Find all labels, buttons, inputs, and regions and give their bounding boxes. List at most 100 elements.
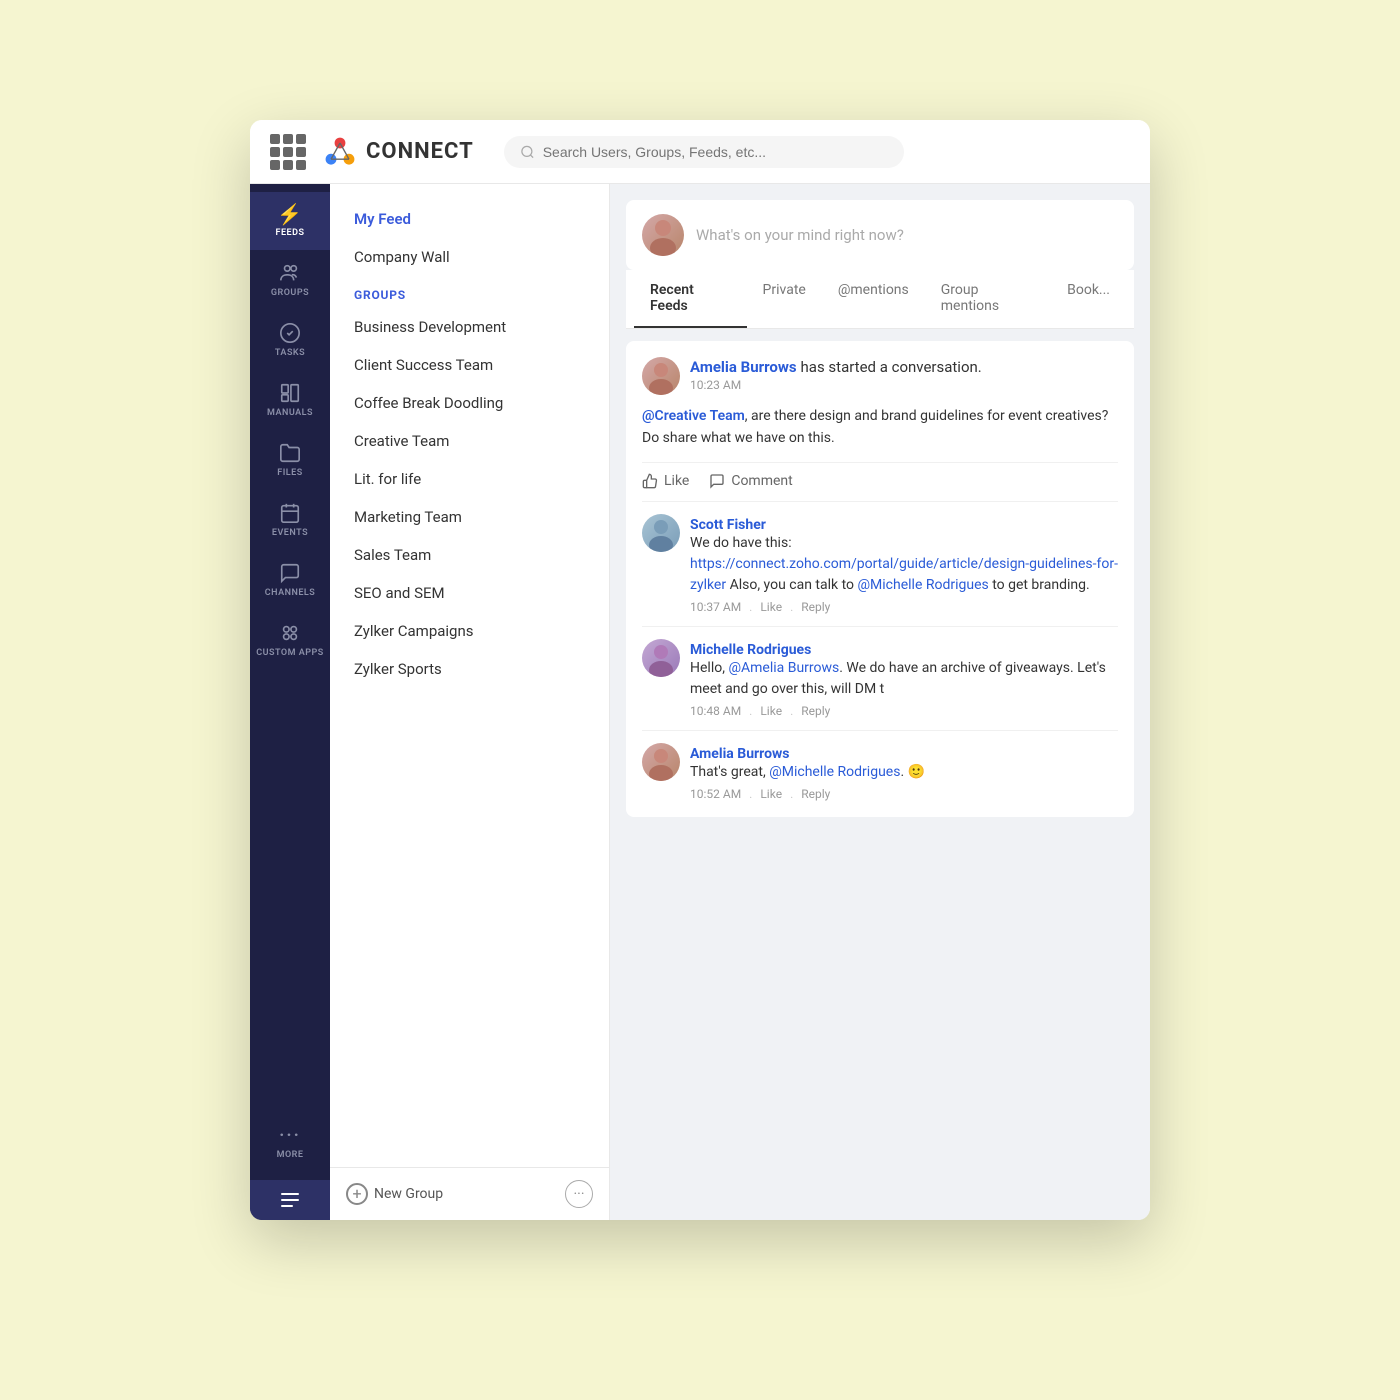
comment-like-btn-3[interactable]: Like: [760, 787, 782, 801]
search-bar[interactable]: [504, 136, 904, 168]
comment-like-button[interactable]: Like: [760, 600, 782, 614]
compose-placeholder[interactable]: What's on your mind right now?: [696, 226, 904, 244]
comment-time-2: 10:48 AM: [690, 704, 741, 718]
comment-button[interactable]: Comment: [709, 473, 792, 489]
sidebar-item-manuals[interactable]: MANUALS: [250, 370, 330, 430]
group-item-seo-sem[interactable]: SEO and SEM: [330, 574, 609, 612]
sidebar-item-custom-apps[interactable]: CUSTOM APPS: [250, 610, 330, 671]
files-icon: [279, 442, 301, 464]
comment-emoji: . 🙂: [900, 764, 925, 780]
tab-private[interactable]: Private: [747, 270, 822, 328]
group-item-coffee-break[interactable]: Coffee Break Doodling: [330, 384, 609, 422]
feeds-content: My Feed Company Wall GROUPS Business Dev…: [330, 184, 609, 1167]
avatar-icon: [642, 639, 680, 677]
comment-body-3: Amelia Burrows That's great, @Michelle R…: [690, 743, 1118, 801]
comment-meta: 10:37 AM . Like . Reply: [690, 600, 1118, 614]
new-group-button[interactable]: + New Group: [346, 1183, 443, 1205]
like-button[interactable]: Like: [642, 473, 689, 489]
comment-text-hello: Hello,: [690, 660, 728, 676]
avatar-icon: [642, 743, 680, 781]
post-actions: Like Comment: [642, 462, 1118, 489]
dot-separator: .: [749, 704, 752, 718]
sidebar-item-more[interactable]: ··· MORE: [250, 1113, 330, 1172]
hamburger-icon: [281, 1193, 299, 1207]
comment-row-3: Amelia Burrows That's great, @Michelle R…: [642, 730, 1118, 801]
like-label: Like: [664, 473, 689, 489]
group-item-zylker-campaigns[interactable]: Zylker Campaigns: [330, 612, 609, 650]
comment-reply-btn-2[interactable]: Reply: [801, 704, 830, 718]
main-area: ⚡ FEEDS GROUPS TASKS: [250, 184, 1150, 1220]
groups-icon: [279, 262, 301, 284]
sidebar-item-files[interactable]: FILES: [250, 430, 330, 490]
my-feed-item[interactable]: My Feed: [330, 200, 609, 238]
comment-text-part1: We do have this:: [690, 535, 792, 551]
comment-time-3: 10:52 AM: [690, 787, 741, 801]
mention-creative-team: @Creative Team: [642, 408, 745, 424]
search-input[interactable]: [543, 144, 888, 160]
comment-row-2: Michelle Rodrigues Hello, @Amelia Burrow…: [642, 626, 1118, 718]
company-wall-item[interactable]: Company Wall: [330, 238, 609, 276]
plus-icon: +: [346, 1183, 368, 1205]
current-user-avatar: [642, 214, 684, 256]
nav-bottom: ··· MORE: [250, 1113, 330, 1220]
feed-posts: Amelia Burrows has started a conversatio…: [610, 329, 1150, 1220]
tasks-icon: [279, 322, 301, 344]
sidebar-item-channels[interactable]: CHANNELS: [250, 550, 330, 610]
group-item-marketing[interactable]: Marketing Team: [330, 498, 609, 536]
post-card: Amelia Burrows has started a conversatio…: [626, 341, 1134, 817]
comment-text-part2: Also, you can talk to: [726, 577, 857, 593]
dot-separator: .: [790, 704, 793, 718]
comment-text-3: That's great, @Michelle Rodrigues. 🙂: [690, 762, 1118, 783]
group-item-zylker-sports[interactable]: Zylker Sports: [330, 650, 609, 688]
post-author-line: Amelia Burrows has started a conversatio…: [690, 357, 1118, 376]
post-meta: Amelia Burrows has started a conversatio…: [690, 357, 1118, 392]
group-item-lit-life[interactable]: Lit. for life: [330, 460, 609, 498]
top-bar: CONNECT: [250, 120, 1150, 184]
comment-meta-2: 10:48 AM . Like . Reply: [690, 704, 1118, 718]
mention-michelle: @Michelle Rodrigues: [857, 577, 988, 593]
sidebar-item-feeds[interactable]: ⚡ FEEDS: [250, 192, 330, 250]
comment-author: Scott Fisher: [690, 517, 766, 533]
search-icon: [520, 144, 535, 160]
hamburger-button[interactable]: [250, 1180, 330, 1220]
comment-reply-button[interactable]: Reply: [801, 600, 830, 614]
sidebar-item-events[interactable]: EVENTS: [250, 490, 330, 550]
app-window: CONNECT ⚡ FEEDS GROUPS: [250, 120, 1150, 1220]
post-header: Amelia Burrows has started a conversatio…: [642, 357, 1118, 395]
comment-like-btn-2[interactable]: Like: [760, 704, 782, 718]
feeds-icon: ⚡: [277, 204, 302, 224]
comment-text-great: That's great,: [690, 764, 769, 780]
comment-text: We do have this: https://connect.zoho.co…: [690, 533, 1118, 596]
comment-row: Scott Fisher We do have this: https://co…: [642, 501, 1118, 614]
post-time: 10:23 AM: [690, 378, 1118, 392]
like-icon: [642, 473, 658, 489]
group-item-sales[interactable]: Sales Team: [330, 536, 609, 574]
post-action-text: has started a conversation.: [801, 358, 982, 376]
dot-separator: .: [790, 600, 793, 614]
tab-recent-feeds[interactable]: Recent Feeds: [634, 270, 747, 328]
group-item-client-success[interactable]: Client Success Team: [330, 346, 609, 384]
logo-area: CONNECT: [322, 134, 474, 170]
comment-text-part3: to get branding.: [989, 577, 1090, 593]
tab-group-mentions[interactable]: Group mentions: [925, 270, 1051, 328]
sidebar-item-tasks[interactable]: TASKS: [250, 310, 330, 370]
tab-mentions[interactable]: @mentions: [822, 270, 925, 328]
comment-body-2: Michelle Rodrigues Hello, @Amelia Burrow…: [690, 639, 1118, 718]
post-body: @Creative Team, are there design and bra…: [642, 405, 1118, 450]
group-item-business-dev[interactable]: Business Development: [330, 308, 609, 346]
dot-separator: .: [790, 787, 793, 801]
commenter-avatar: [642, 514, 680, 552]
more-options-button[interactable]: ···: [565, 1180, 593, 1208]
events-icon: [279, 502, 301, 524]
group-item-creative-team[interactable]: Creative Team: [330, 422, 609, 460]
sidebar-item-groups[interactable]: GROUPS: [250, 250, 330, 310]
channels-icon: [279, 562, 301, 584]
manuals-icon: [279, 382, 301, 404]
comment-label: Comment: [731, 473, 792, 489]
grid-icon[interactable]: [270, 134, 306, 170]
comment-reply-btn-3[interactable]: Reply: [801, 787, 830, 801]
mention-amelia: @Amelia Burrows: [728, 660, 839, 676]
compose-box: What's on your mind right now?: [626, 200, 1134, 270]
tab-bookmarks[interactable]: Book...: [1051, 270, 1126, 328]
sidebar-nav: ⚡ FEEDS GROUPS TASKS: [250, 184, 330, 1220]
